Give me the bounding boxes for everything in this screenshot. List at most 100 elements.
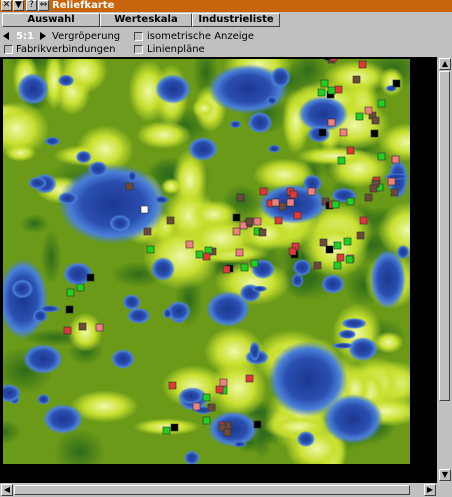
water-body [208, 411, 258, 447]
scroll-up-icon[interactable]: ▲ [439, 58, 451, 70]
line-plans-checkbox[interactable] [134, 45, 143, 54]
water-body [43, 404, 83, 434]
factory-marker [339, 128, 348, 137]
factory-marker [168, 381, 177, 390]
factory-marker [219, 378, 228, 387]
factory-marker [346, 197, 355, 206]
factory-marker [253, 420, 262, 429]
scroll-left-icon[interactable]: ◀ [1, 484, 13, 496]
factory-marker [78, 322, 87, 331]
relief-map-canvas[interactable] [3, 59, 410, 464]
horizontal-scroll-thumb[interactable] [14, 485, 410, 495]
factory-marker [202, 416, 211, 425]
factory-marker [355, 112, 364, 121]
factory-marker [245, 374, 254, 383]
water-pond [383, 173, 410, 180]
factory-marker [333, 241, 342, 250]
water-pond [109, 214, 131, 232]
factory-marker [391, 155, 400, 164]
factory-marker [317, 88, 326, 97]
water-pond [232, 440, 247, 448]
factory-marker [392, 79, 401, 88]
factory-marker [76, 283, 85, 292]
water-pond [229, 120, 242, 129]
water-body [23, 344, 63, 374]
factory-marker [215, 385, 224, 394]
factory-marker [358, 60, 367, 69]
water-pond [396, 244, 410, 260]
water-pond [247, 111, 273, 134]
chevron-down-icon[interactable]: ▼ [13, 0, 24, 11]
isometric-checkbox[interactable] [134, 32, 143, 41]
relief-map[interactable] [0, 57, 437, 483]
auswahl-button[interactable]: Auswahl [2, 13, 100, 27]
factory-links-label: Fabrikverbindungen [16, 44, 116, 55]
factory-marker [258, 228, 267, 237]
pin-icon[interactable]: ⇔ [38, 0, 49, 11]
factory-marker [286, 198, 295, 207]
factory-marker [345, 255, 354, 264]
factory-marker [125, 182, 134, 191]
factory-marker [232, 213, 241, 222]
close-icon[interactable]: ✕ [1, 0, 12, 11]
help-icon[interactable]: ? [26, 0, 37, 11]
factory-marker [359, 216, 368, 225]
hill-patch [136, 120, 192, 149]
factory-marker [202, 252, 211, 261]
factory-marker [334, 85, 343, 94]
factory-marker [289, 190, 298, 199]
factory-marker [245, 217, 254, 226]
hill-patch [4, 144, 37, 162]
zoom-out-arrow-icon[interactable] [3, 32, 9, 40]
factory-marker [343, 237, 352, 246]
factory-marker [66, 288, 75, 297]
horizontal-scrollbar[interactable]: ◀ ▶ [0, 483, 452, 497]
factory-marker [369, 184, 378, 193]
factory-marker [331, 200, 340, 209]
factory-marker [364, 106, 373, 115]
vertical-scrollbar[interactable]: ▲ ▼ [437, 57, 452, 483]
factory-marker [356, 231, 365, 240]
vertical-scroll-thumb[interactable] [439, 71, 450, 401]
scroll-down-icon[interactable]: ▼ [439, 469, 451, 481]
factory-marker [364, 193, 373, 202]
factory-marker [318, 128, 327, 137]
water-pond [266, 95, 278, 105]
factory-marker [192, 402, 201, 411]
zoom-label: Vergröperung [52, 31, 121, 42]
industrieliste-button[interactable]: Industrieliste [192, 13, 280, 27]
zoom-in-arrow-icon[interactable] [40, 32, 46, 40]
factory-marker [140, 205, 149, 214]
factory-marker [185, 240, 194, 249]
factory-marker [65, 305, 74, 314]
factory-links-checkbox[interactable] [4, 45, 13, 54]
factory-marker [337, 156, 346, 165]
scroll-right-icon[interactable]: ▶ [424, 484, 436, 496]
factory-marker [195, 250, 204, 259]
factory-marker [146, 245, 155, 254]
water-pond [341, 317, 367, 329]
factory-marker [371, 116, 380, 125]
water-pond [178, 387, 205, 405]
factory-marker [352, 75, 361, 84]
factory-marker [377, 152, 386, 161]
factory-marker [278, 202, 287, 211]
lowland-patch [41, 229, 62, 286]
line-plans-label: Linienpläne [147, 44, 205, 55]
water-body [58, 164, 168, 244]
hill-patch [192, 98, 217, 119]
factory-marker [329, 59, 338, 62]
options-row-2: Fabrikverbindungen Linienpläne [0, 43, 452, 56]
factory-marker [253, 217, 262, 226]
factory-marker [307, 187, 316, 196]
factory-marker [143, 227, 152, 236]
factory-marker [250, 259, 259, 268]
factory-marker [377, 99, 386, 108]
factory-marker [170, 423, 179, 432]
factory-marker [274, 216, 283, 225]
werteskala-button[interactable]: Werteskala [100, 13, 192, 27]
factory-marker [232, 227, 241, 236]
factory-marker [293, 211, 302, 220]
water-body [188, 137, 218, 161]
water-pond [153, 195, 170, 204]
